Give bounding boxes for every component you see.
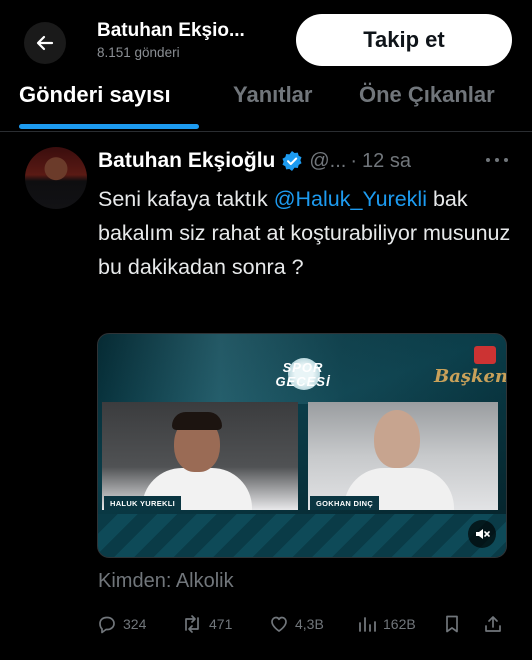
name-tag-right: GOKHAN DINÇ (310, 496, 380, 510)
share-button[interactable] (483, 610, 503, 638)
more-icon[interactable] (486, 150, 508, 170)
author-handle: @... (309, 149, 347, 172)
tweet-text-part1: Seni kafaya taktık (98, 187, 268, 211)
retweet-icon (185, 615, 199, 633)
video-panel-left (102, 402, 298, 510)
video-bottom-graphic (98, 514, 506, 557)
show-logo-line1: SPOR (282, 360, 324, 375)
retweet-count: 471 (209, 616, 233, 632)
like-icon (271, 616, 287, 632)
tweet-text: Seni kafaya taktık @Haluk_Yurekli bak ba… (98, 182, 513, 284)
retweet-button[interactable]: 471 (181, 610, 232, 638)
follow-button[interactable]: Takip et (296, 14, 512, 66)
mention-link[interactable]: @Haluk_Yurekli (274, 187, 427, 211)
views-icon (359, 617, 376, 632)
back-arrow-icon (36, 35, 54, 51)
profile-title-block: Batuhan Ekşio... 8.151 gönderi (97, 20, 245, 60)
speaker-right-head (374, 410, 420, 468)
back-button[interactable] (24, 22, 66, 64)
like-count: 4,3B (295, 616, 324, 632)
bookmark-button[interactable] (443, 610, 461, 638)
video-panel-right (308, 402, 498, 510)
tab-highlights[interactable]: Öne Çıkanlar (359, 82, 495, 108)
tab-replies[interactable]: Yanıtlar (233, 82, 312, 108)
bookmark-icon (446, 615, 458, 633)
mute-icon (476, 529, 490, 539)
views-button[interactable]: 162B (357, 610, 416, 638)
reply-icon (99, 616, 115, 634)
like-button[interactable]: 4,3B (269, 610, 324, 638)
post-count: 8.151 gönderi (97, 45, 180, 60)
channel-name: Başkent (434, 366, 507, 387)
speaker-left-hair (172, 412, 222, 430)
tweet-header: Batuhan Ekşioğlu @... · 12 sa (98, 146, 411, 176)
tweet-video[interactable]: SPOR GECESİ Başkent HALUK YUREKLI GOKHAN… (97, 333, 507, 558)
tab-posts[interactable]: Gönderi sayısı (19, 82, 171, 108)
tweet-source: Kimden: Alkolik (98, 570, 234, 592)
profile-tabs: Gönderi sayısı Yanıtlar Öne Çıkanlar (0, 72, 532, 132)
reply-button[interactable]: 324 (97, 610, 146, 638)
show-logo-line2: GECESİ (275, 374, 331, 389)
mute-button[interactable] (468, 520, 496, 548)
views-count: 162B (383, 616, 416, 632)
reply-count: 324 (123, 616, 147, 632)
tweet-actions: 324 471 4,3B 162B (97, 610, 507, 638)
channel-logo: Başkent (434, 346, 506, 387)
share-icon (485, 616, 501, 632)
active-tab-indicator (19, 124, 199, 129)
avatar[interactable] (25, 147, 87, 209)
channel-badge (474, 346, 496, 364)
top-bar: Batuhan Ekşio... 8.151 gönderi Takip et (0, 0, 532, 70)
profile-name: Batuhan Ekşio... (97, 20, 245, 41)
author-name[interactable]: Batuhan Ekşioğlu (98, 149, 275, 173)
tweet-time[interactable]: 12 sa (362, 150, 411, 173)
verified-badge-icon (281, 150, 303, 172)
name-tag-left: HALUK YUREKLI (104, 496, 182, 510)
separator-dot: · (350, 149, 358, 172)
show-logo: SPOR GECESİ (258, 344, 348, 398)
